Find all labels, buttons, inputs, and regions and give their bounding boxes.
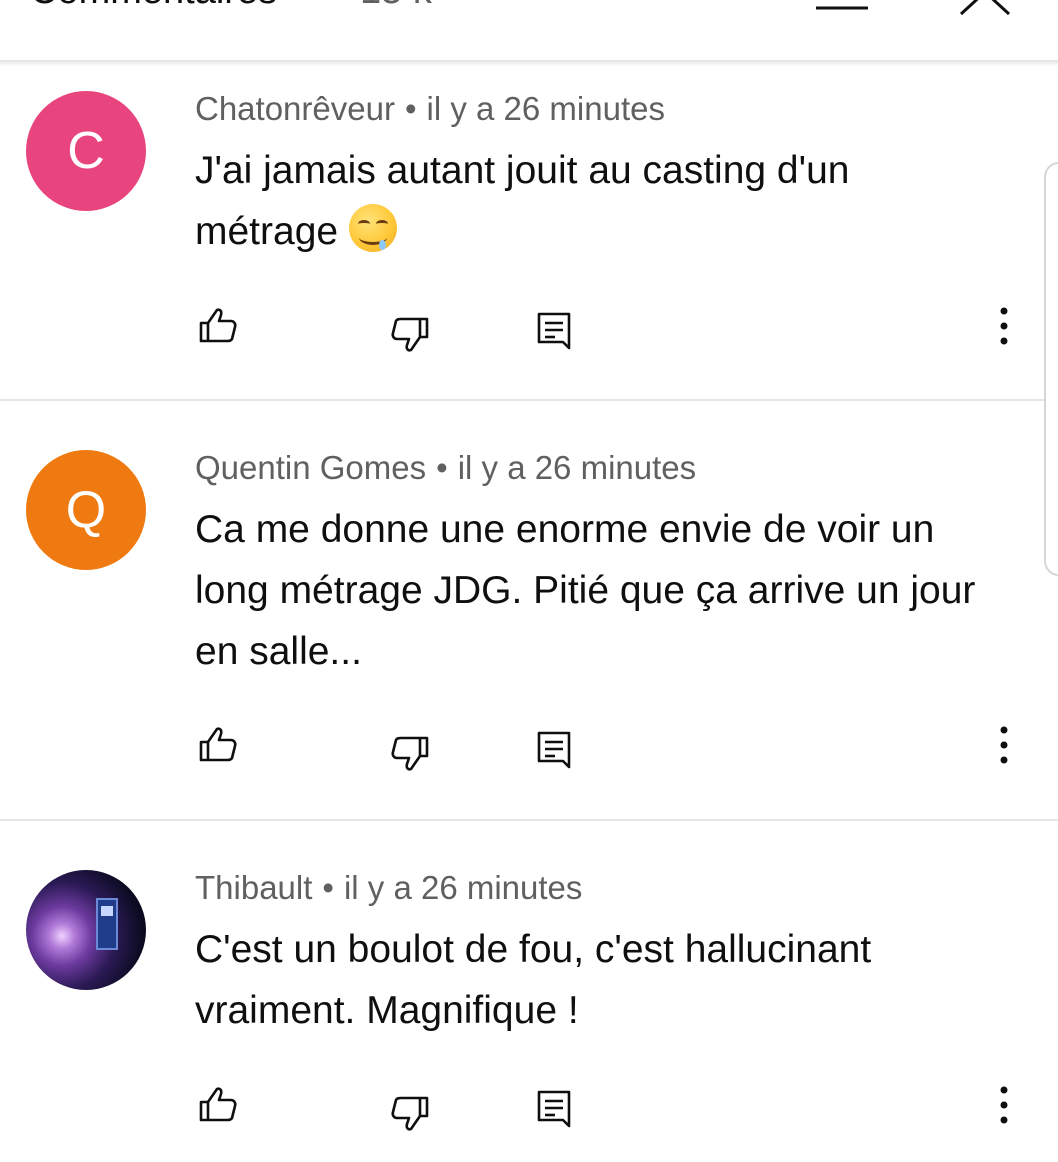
- thumbs-up-icon: [199, 1087, 237, 1122]
- meta-separator: •: [436, 449, 448, 486]
- thumbs-down-icon: [391, 1096, 429, 1131]
- dislike-button[interactable]: [390, 1093, 430, 1133]
- like-button[interactable]: [198, 306, 238, 346]
- header-title: Commentaires: [30, 0, 277, 13]
- comments-header: Commentaires 15 k: [0, 0, 1058, 60]
- reply-icon: [537, 1090, 571, 1128]
- avatar[interactable]: Q: [26, 450, 146, 570]
- more-vert-icon: [1000, 726, 1008, 764]
- comment-item: C Chatonrêveur • il y a 26 minutes J'ai ja…: [0, 66, 1058, 400]
- dislike-button[interactable]: [390, 733, 430, 773]
- thumbs-down-icon: [391, 736, 429, 771]
- like-button[interactable]: [198, 1085, 238, 1125]
- avatar-letter: C: [67, 122, 105, 180]
- reply-button[interactable]: [536, 1089, 576, 1129]
- scroll-indicator[interactable]: [1044, 162, 1058, 576]
- sort-icon[interactable]: [812, 0, 872, 14]
- reply-button[interactable]: [536, 311, 576, 351]
- comment-author[interactable]: Quentin Gomes: [195, 449, 426, 486]
- comment-text: Ca me donne une enorme envie de voir un …: [195, 508, 976, 673]
- reply-icon: [537, 731, 571, 769]
- avatar[interactable]: C: [26, 91, 146, 211]
- close-icon[interactable]: [955, 0, 1015, 16]
- thumbs-up-icon: [199, 308, 237, 343]
- comments-panel: Commentaires 15 k C Chatonrêveur•il y a …: [0, 0, 1058, 1162]
- thumbs-down-icon: [391, 317, 429, 352]
- reply-icon: [537, 312, 571, 350]
- comment-time[interactable]: il y a 26 minutes: [344, 869, 582, 906]
- reply-button[interactable]: [536, 730, 576, 770]
- comment-item: Thibault • il y a 26 minutes C'est un boul…: [0, 821, 1058, 1162]
- more-vert-icon: [1000, 307, 1008, 345]
- comment-text-block: C'est un boulot de fou, c'est hallucinan…: [195, 919, 985, 1041]
- comment-meta: Chatonrêveur • il y a 26 minutes: [195, 90, 665, 128]
- meta-separator: •: [322, 869, 334, 906]
- avatar[interactable]: [26, 870, 146, 990]
- comment-author[interactable]: Chatonrêveur: [195, 90, 395, 127]
- more-options-button[interactable]: [984, 725, 1024, 765]
- more-vert-icon: [1000, 1086, 1008, 1124]
- dislike-button[interactable]: [390, 314, 430, 354]
- more-options-button[interactable]: [984, 306, 1024, 346]
- thumbs-up-icon: [199, 727, 237, 762]
- like-button[interactable]: [198, 725, 238, 765]
- comment-text: J'ai jamais autant jouit au casting d'un…: [195, 149, 850, 253]
- drooling-face-emoji: [348, 204, 397, 252]
- more-options-button[interactable]: [984, 1085, 1024, 1125]
- comment-meta: Thibault • il y a 26 minutes: [195, 869, 582, 907]
- comment-text-block: J'ai jamais autant jouit au casting d'un…: [195, 140, 985, 262]
- comment-meta: Quentin Gomes • il y a 26 minutes: [195, 449, 696, 487]
- comment-text: C'est un boulot de fou, c'est hallucinan…: [195, 928, 872, 1032]
- galaxy-tardis-image: [96, 898, 118, 950]
- comment-text-block: Ca me donne une enorme envie de voir un …: [195, 499, 985, 682]
- comment-author[interactable]: Thibault: [195, 869, 312, 906]
- comment-count: 15 k: [360, 0, 432, 13]
- comment-item: Q Quentin Gomes • il y a 26 minutes Ca me …: [0, 401, 1058, 819]
- comment-time[interactable]: il y a 26 minutes: [458, 449, 696, 486]
- meta-separator: •: [404, 90, 417, 127]
- comment-time[interactable]: il y a 26 minutes: [427, 90, 665, 127]
- avatar-letter: Q: [65, 481, 107, 539]
